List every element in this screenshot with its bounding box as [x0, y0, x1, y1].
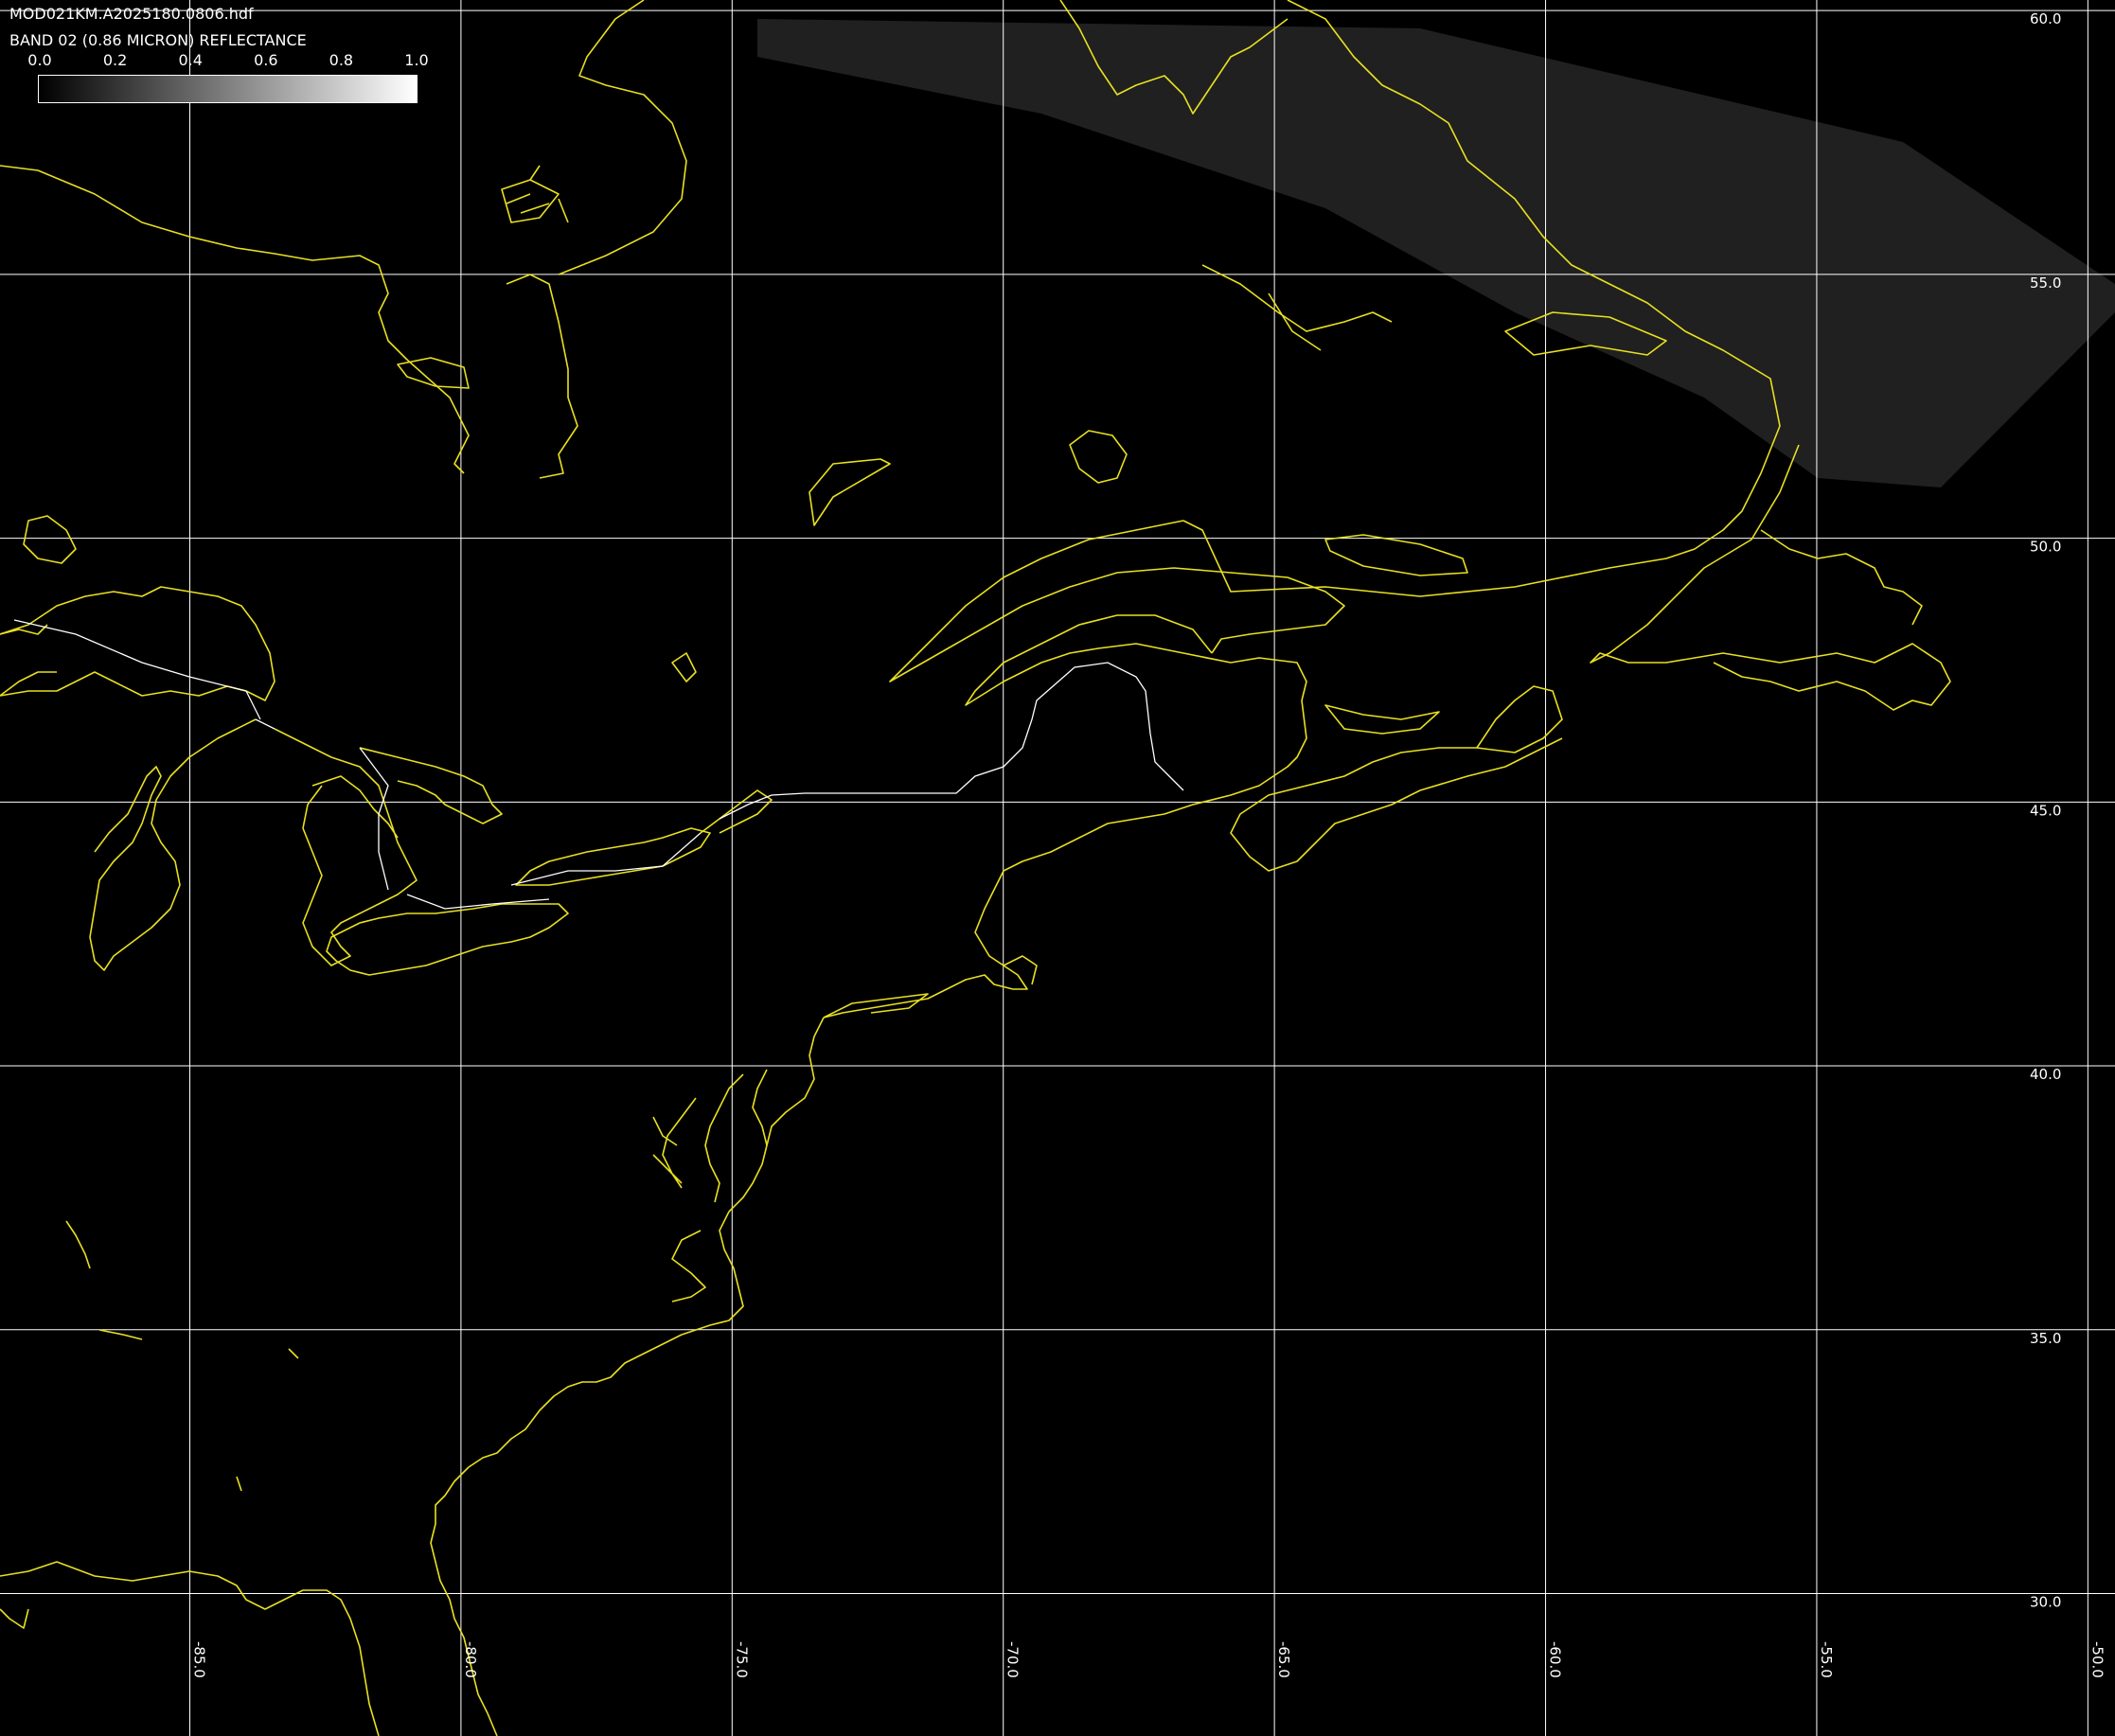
longitude-label: -80.0 — [462, 1641, 479, 1678]
latitude-label: 55.0 — [2030, 275, 2061, 292]
colorbar-tick-label: 0.4 — [178, 51, 203, 69]
longitude-label: -75.0 — [733, 1641, 750, 1678]
latitude-label: 30.0 — [2030, 1593, 2061, 1610]
longitude-label: -70.0 — [1004, 1641, 1022, 1678]
longitude-label: -60.0 — [1547, 1641, 1564, 1678]
latitude-label: 35.0 — [2030, 1330, 2061, 1347]
latitude-label: 40.0 — [2030, 1066, 2061, 1083]
latitude-label: 60.0 — [2030, 10, 2061, 27]
latitude-label: 45.0 — [2030, 802, 2061, 819]
colorbar-tick-label: 0.0 — [27, 51, 52, 69]
latitude-label: 50.0 — [2030, 539, 2061, 556]
colorbar — [38, 75, 418, 103]
band-label: BAND 02 (0.86 MICRON) REFLECTANCE — [9, 31, 307, 49]
satellite-map: -85.0 -80.0 -75.0 -70.0 -65.0 -60.0 -55.0 -50.0… — [0, 0, 2115, 1736]
longitude-label: -55.0 — [1818, 1641, 1835, 1678]
colorbar-tick-label: 1.0 — [404, 51, 429, 69]
colorbar-tick-label: 0.6 — [254, 51, 278, 69]
file-name: MOD021KM.A2025180.0806.hdf — [9, 5, 254, 23]
longitude-label: -50.0 — [2088, 1641, 2106, 1678]
longitude-label: -85.0 — [190, 1641, 207, 1678]
longitude-label: -65.0 — [1275, 1641, 1292, 1678]
colorbar-tick-label: 0.2 — [102, 51, 128, 69]
colorbar-tick-label: 0.8 — [329, 51, 354, 69]
